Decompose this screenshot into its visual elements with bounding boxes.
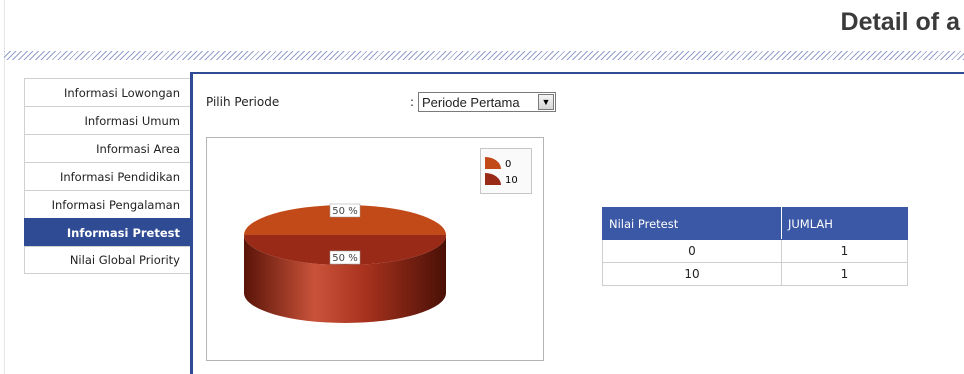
sidebar-item-nilai-global-priority[interactable]: Nilai Global Priority: [24, 246, 192, 274]
periode-select[interactable]: Periode Pertama ▼: [418, 92, 556, 112]
table-cell: 0: [602, 239, 782, 263]
sidebar-item-informasi-pretest[interactable]: Informasi Pretest: [24, 218, 192, 246]
periode-colon: :: [410, 95, 415, 109]
periode-label: Pilih Periode: [206, 95, 280, 109]
legend-label: 0: [505, 159, 511, 170]
sidebar-item-informasi-pengalaman[interactable]: Informasi Pengalaman: [24, 190, 192, 218]
data-label: 50 %: [332, 253, 357, 264]
sidebar-item-label: Informasi Umum: [84, 113, 181, 128]
legend-swatch: [485, 173, 501, 185]
table-header-row: Nilai Pretest JUMLAH: [602, 207, 909, 240]
table-cell: 1: [780, 262, 909, 286]
table-row: 10 1: [602, 262, 909, 286]
chart-legend: 0 10: [480, 148, 532, 194]
page-title: Detail of a: [840, 8, 960, 36]
sidebar-item-informasi-area[interactable]: Informasi Area: [24, 134, 192, 162]
table-row: 0 1: [602, 239, 909, 263]
legend-swatch: [485, 157, 501, 169]
sidebar-item-label: Informasi Pendidikan: [59, 169, 180, 184]
sidebar-item-label: Informasi Area: [96, 141, 180, 156]
column-header-jumlah: JUMLAH: [780, 207, 909, 240]
table-cell: 1: [780, 239, 909, 263]
sidebar-item-label: Informasi Pretest: [66, 225, 180, 240]
table-cell: 10: [602, 262, 782, 286]
content-top-rule: [190, 72, 964, 74]
periode-selected-value: Periode Pertama: [422, 94, 520, 110]
legend-label: 10: [505, 175, 518, 186]
sidebar-item-label: Informasi Pengalaman: [51, 197, 180, 212]
sidebar-item-informasi-umum[interactable]: Informasi Umum: [24, 106, 192, 134]
pie-chart: 50 % 50 % 0 10: [206, 137, 544, 361]
sidebar-item-label: Nilai Global Priority: [69, 253, 180, 267]
chevron-down-icon[interactable]: ▼: [538, 94, 554, 110]
data-label: 50 %: [332, 206, 357, 217]
header-divider: [4, 50, 964, 60]
column-header-nilai-pretest: Nilai Pretest: [602, 207, 782, 240]
content-left-rule: [190, 72, 193, 374]
sidebar-item-informasi-lowongan[interactable]: Informasi Lowongan: [24, 78, 192, 106]
pretest-table: Nilai Pretest JUMLAH 0 1 10 1: [602, 207, 909, 286]
sidebar-item-informasi-pendidikan[interactable]: Informasi Pendidikan: [24, 162, 192, 190]
sidebar-item-label: Informasi Lowongan: [64, 85, 180, 100]
sidebar: Informasi Lowongan Informasi Umum Inform…: [24, 78, 192, 274]
chart-legend-svg: 010: [485, 157, 518, 186]
